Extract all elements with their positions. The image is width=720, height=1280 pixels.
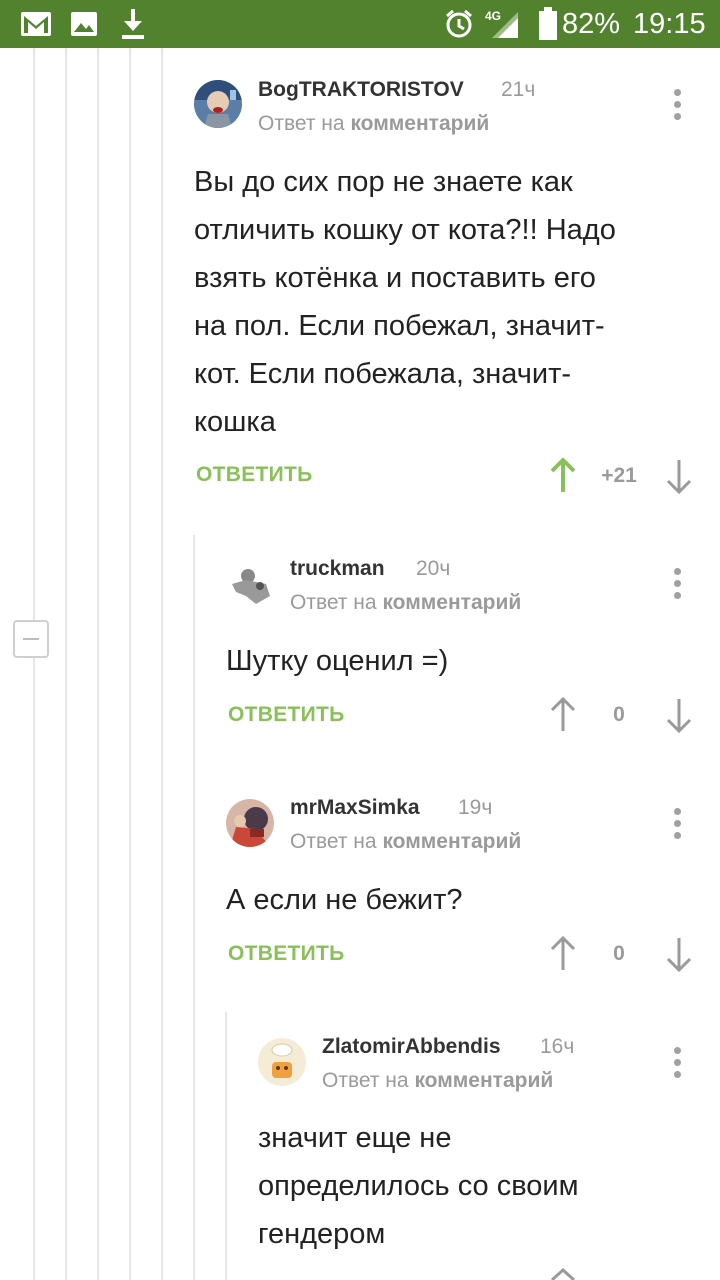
avatar[interactable] [226, 560, 274, 608]
comment-text: значит еще не определилось со своим генд… [258, 1122, 579, 1250]
reply-button[interactable]: ОТВЕТИТЬ [196, 463, 313, 487]
reply-to-prefix: Ответ на [322, 1069, 409, 1092]
upvote-icon[interactable] [548, 1268, 578, 1280]
reply-to-link[interactable]: Ответ на комментарий [322, 1069, 553, 1093]
downvote-icon[interactable] [664, 697, 694, 733]
download-icon [122, 9, 144, 39]
comment-text: Вы до сих пор не знаете как отличить кош… [194, 166, 616, 438]
downvote-icon[interactable] [664, 936, 694, 972]
signal-icon [492, 12, 518, 38]
more-options-icon[interactable] [674, 808, 682, 844]
thread-line [65, 48, 67, 1280]
comment-text: А если не бежит? [226, 884, 463, 916]
reply-to-link[interactable]: Ответ на комментарий [258, 112, 489, 136]
reply-to-link[interactable]: Ответ на комментарий [290, 830, 521, 854]
comment-text: Шутку оценил =) [226, 645, 449, 677]
upvote-icon[interactable] [548, 697, 578, 733]
comment-time: 16ч [540, 1035, 575, 1058]
upvote-icon[interactable] [548, 936, 578, 972]
comment-author[interactable]: BogTRAKTORISTOV [258, 78, 464, 102]
reply-to-prefix: Ответ на [258, 112, 345, 135]
thread-line [193, 535, 195, 1280]
comment-rating: 0 [613, 703, 625, 726]
comment-author[interactable]: truckman [290, 557, 385, 581]
reply-to-target[interactable]: комментарий [350, 112, 489, 135]
alarm-icon [446, 9, 472, 38]
downvote-icon[interactable] [664, 458, 694, 494]
collapse-thread-button[interactable] [13, 620, 49, 658]
comment-rating: 0 [613, 942, 625, 965]
reply-button[interactable]: ОТВЕТИТЬ [228, 703, 345, 727]
reply-to-link[interactable]: Ответ на комментарий [290, 591, 521, 615]
gmail-icon [21, 12, 51, 36]
upvote-icon[interactable] [548, 458, 578, 494]
comment-rating: +21 [601, 464, 637, 487]
avatar[interactable] [194, 80, 242, 128]
reply-to-prefix: Ответ на [290, 830, 377, 853]
more-options-icon[interactable] [674, 1047, 682, 1083]
reply-to-target[interactable]: комментарий [414, 1069, 553, 1092]
reply-to-prefix: Ответ на [290, 591, 377, 614]
status-bar: 4G 82% 19:15 [0, 0, 720, 48]
thread-line [33, 658, 35, 1280]
thread-line [97, 48, 99, 1280]
avatar[interactable] [258, 1038, 306, 1086]
battery-level: 82% [562, 8, 621, 40]
more-options-icon[interactable] [674, 568, 682, 604]
battery-icon [539, 7, 557, 40]
thread-line [33, 48, 35, 620]
comment-time: 20ч [416, 557, 451, 580]
avatar[interactable] [226, 799, 274, 847]
gallery-icon [71, 12, 97, 36]
comment-author[interactable]: ZlatomirAbbendis [322, 1035, 501, 1059]
thread-line [129, 48, 131, 1280]
comment-time: 21ч [501, 78, 536, 101]
reply-to-target[interactable]: комментарий [382, 830, 521, 853]
comment-author[interactable]: mrMaxSimka [290, 796, 420, 820]
reply-button[interactable]: ОТВЕТИТЬ [228, 942, 345, 966]
clock: 19:15 [633, 8, 706, 40]
thread-line [161, 48, 163, 1280]
comment-time: 19ч [458, 796, 493, 819]
reply-to-target[interactable]: комментарий [382, 591, 521, 614]
thread-line [225, 1012, 227, 1280]
more-options-icon[interactable] [674, 89, 682, 125]
